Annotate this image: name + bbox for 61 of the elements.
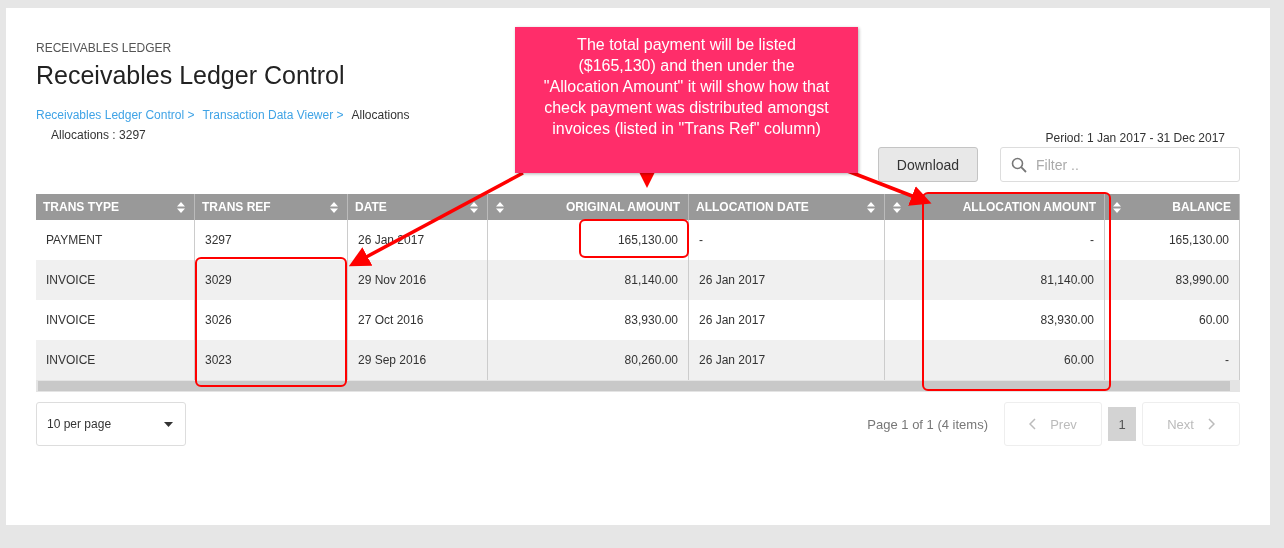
column-header[interactable]: TRANS TYPE <box>43 200 119 214</box>
table-cell: 83,930.00 <box>624 313 678 327</box>
page-title: Receivables Ledger Control <box>36 61 346 90</box>
chevron-right-icon <box>1207 418 1215 430</box>
filter-field[interactable]: Filter .. <box>1000 147 1240 182</box>
table-cell: 81,140.00 <box>624 273 678 287</box>
column-header[interactable]: DATE <box>355 200 387 214</box>
table-cell: - <box>1225 353 1229 367</box>
prev-button[interactable]: Prev <box>1004 402 1102 446</box>
sort-icon[interactable] <box>892 200 902 214</box>
table-cell: 3297 <box>205 233 232 247</box>
table-cell: - <box>1090 233 1094 247</box>
column-header[interactable]: ORIGINAL AMOUNT <box>566 200 680 214</box>
breadcrumb-link[interactable]: Receivables Ledger Control > <box>36 108 195 122</box>
sort-icon[interactable] <box>495 200 505 214</box>
table-cell: 27 Oct 2016 <box>358 313 424 327</box>
table-cell: INVOICE <box>46 313 96 327</box>
sort-icon[interactable] <box>1112 200 1122 214</box>
table-cell: 165,130.00 <box>617 233 678 247</box>
table-cell: INVOICE <box>46 353 96 367</box>
table-cell: 3023 <box>205 353 232 367</box>
column-header[interactable]: ALLOCATION AMOUNT <box>962 200 1096 214</box>
download-button[interactable]: Download <box>878 147 978 182</box>
page-size-dropdown[interactable]: 10 per page <box>36 402 186 446</box>
sort-icon[interactable] <box>329 200 339 214</box>
breadcrumb-link[interactable]: Transaction Data Viewer > <box>202 108 344 122</box>
table-cell: 83,930.00 <box>1040 313 1094 327</box>
period-label: Period: 1 Jan 2017 - 31 Dec 2017 <box>1045 131 1225 145</box>
annotation-callout: The total payment will be listed ($165,130) and then under the "Allocation Amount" it will show how that check payment was distributed amongst invoices (listed in "Trans Ref" column) <box>515 27 858 173</box>
table-cell: 29 Sep 2016 <box>358 353 427 367</box>
column-header[interactable]: BALANCE <box>1172 200 1231 214</box>
page-number-button[interactable]: 1 <box>1108 407 1136 441</box>
table-cell: 165,130.00 <box>1168 233 1229 247</box>
table-cell: 29 Nov 2016 <box>358 273 427 287</box>
table-cell: 26 Jan 2017 <box>699 273 766 287</box>
table-cell: 26 Jan 2017 <box>699 313 766 327</box>
table-cell: 60.00 <box>1063 353 1094 367</box>
page-summary: Page 1 of 1 (4 items) <box>867 416 988 432</box>
section-label: RECEIVABLES LEDGER <box>36 41 173 55</box>
table-cell: 80,260.00 <box>624 353 678 367</box>
scrollbar-thumb[interactable] <box>38 381 1230 391</box>
sort-icon[interactable] <box>176 200 186 214</box>
table-cell: 81,140.00 <box>1040 273 1094 287</box>
sort-icon[interactable] <box>866 200 876 214</box>
table-cell: 3026 <box>205 313 232 327</box>
sort-icon[interactable] <box>469 200 479 214</box>
table-cell: INVOICE <box>46 273 96 287</box>
breadcrumb-current: Allocations <box>351 108 410 122</box>
table-cell: 3029 <box>205 273 232 287</box>
table-cell: - <box>699 233 703 247</box>
column-header[interactable]: ALLOCATION DATE <box>696 200 809 214</box>
column-header[interactable]: TRANS REF <box>202 200 271 214</box>
table-cell: PAYMENT <box>46 233 103 247</box>
allocations-label: Allocations : 3297 <box>51 128 147 142</box>
table-cell: 60.00 <box>1198 313 1229 327</box>
table-cell: 83,990.00 <box>1175 273 1229 287</box>
table-cell: 26 Jan 2017 <box>699 353 766 367</box>
search-icon <box>1011 157 1027 173</box>
next-button[interactable]: Next <box>1142 402 1240 446</box>
caret-icon <box>164 421 173 427</box>
chevron-left-icon <box>1029 418 1037 430</box>
